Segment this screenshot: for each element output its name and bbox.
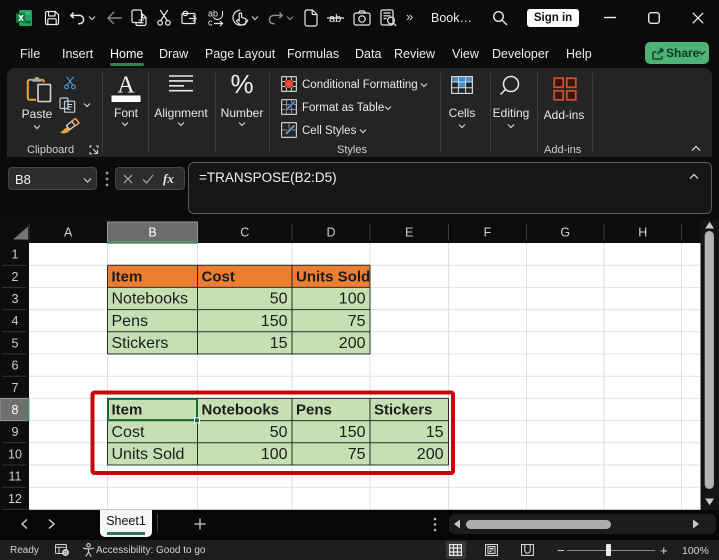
svg-text:12: 12 — [8, 492, 22, 506]
svg-text:A: A — [117, 73, 135, 99]
svg-text:D: D — [326, 226, 335, 240]
svg-text:3: 3 — [12, 292, 19, 306]
svg-text:150: 150 — [339, 424, 366, 441]
svg-text:15: 15 — [270, 335, 288, 352]
svg-text:Stickers: Stickers — [374, 402, 432, 419]
svg-text:8: 8 — [12, 403, 19, 417]
svg-text:6: 6 — [12, 359, 19, 373]
svg-text:Units Sold: Units Sold — [296, 268, 370, 285]
svg-text:Stickers: Stickers — [112, 335, 169, 352]
svg-text:100: 100 — [339, 291, 366, 308]
svg-text:Units Sold: Units Sold — [112, 446, 185, 463]
svg-text:2: 2 — [12, 270, 19, 284]
svg-text:200: 200 — [339, 335, 366, 352]
svg-text:7: 7 — [12, 381, 19, 395]
svg-text:c: c — [208, 18, 213, 28]
svg-text:H: H — [638, 226, 647, 240]
svg-text:Item: Item — [112, 268, 143, 285]
svg-text:Notebooks: Notebooks — [112, 291, 189, 308]
svg-text:50: 50 — [270, 291, 288, 308]
svg-text:75: 75 — [348, 313, 366, 330]
svg-text:ab: ab — [329, 13, 341, 25]
svg-text:Cost: Cost — [112, 424, 145, 441]
svg-text:B: B — [148, 226, 156, 240]
svg-text:Pens: Pens — [112, 313, 148, 330]
svg-text:G: G — [560, 226, 570, 240]
svg-text:75: 75 — [348, 446, 366, 463]
svg-text:Notebooks: Notebooks — [202, 402, 280, 419]
svg-text:Item: Item — [112, 402, 143, 419]
svg-text:15: 15 — [426, 424, 444, 441]
svg-text:50: 50 — [270, 424, 288, 441]
svg-text:100: 100 — [261, 446, 288, 463]
svg-text:9: 9 — [12, 425, 19, 439]
svg-text:11: 11 — [9, 470, 22, 484]
svg-text:A: A — [64, 226, 73, 240]
svg-text:F: F — [484, 226, 492, 240]
svg-text:10: 10 — [8, 447, 22, 461]
svg-text:C: C — [240, 226, 249, 240]
svg-text:200: 200 — [417, 446, 444, 463]
svg-text:5: 5 — [12, 336, 19, 350]
svg-text:E: E — [405, 226, 413, 240]
svg-text:Pens: Pens — [296, 402, 332, 419]
svg-text:Cost: Cost — [202, 268, 235, 285]
svg-text:1: 1 — [12, 248, 19, 262]
svg-text:4: 4 — [12, 314, 19, 328]
svg-text:150: 150 — [261, 313, 288, 330]
